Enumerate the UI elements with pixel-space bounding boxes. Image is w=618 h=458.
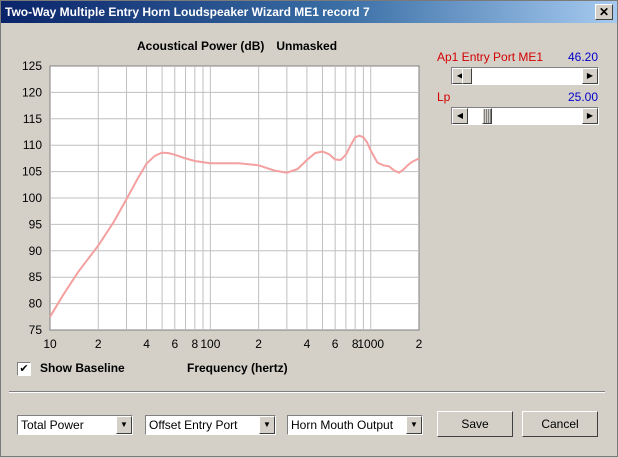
slider-thumb[interactable] [462,68,472,84]
chevron-down-icon[interactable]: ▼ [406,416,422,434]
y-tick-label: 115 [23,112,42,126]
show-baseline-text: Show Baseline [40,361,125,375]
x-tick-label: 2 [416,337,423,351]
select-value: Horn Mouth Output [291,418,394,432]
x-tick-label: 4 [304,337,311,351]
slider-entry-port-value: 46.20 [567,50,598,64]
save-button[interactable]: Save [437,411,513,437]
x-tick-label: 8 [191,337,198,351]
select-value: Total Power [21,418,84,432]
y-tick-label: 100 [22,191,42,205]
x-tick-label: 10 [43,337,57,351]
y-tick-label: 95 [29,217,43,231]
x-axis-label: Frequency (hertz) [187,361,288,375]
chevron-down-icon[interactable]: ▼ [116,416,132,434]
y-tick-label: 110 [23,138,42,152]
offset-entry-port-select[interactable]: Offset Entry Port ▼ [145,415,276,435]
x-tick-label: 4 [143,337,150,351]
y-tick-label: 80 [29,297,43,311]
separator [9,391,605,393]
slider-thumb[interactable] [482,108,492,124]
y-tick-label: 120 [22,85,42,99]
select-value: Offset Entry Port [149,418,238,432]
x-tick-label: 100 [200,337,220,351]
x-tick-label: 6 [171,337,178,351]
y-tick-label: 90 [29,244,43,258]
y-tick-label: 125 [22,59,42,73]
slider-lp-value: 25.00 [567,90,598,104]
y-tick-label: 85 [29,270,43,284]
show-baseline-checkbox[interactable]: ✔ [17,362,31,376]
slider-right-arrow-icon[interactable]: ▶ [582,108,598,124]
x-tick-label: 1000 [357,337,384,351]
x-tick-label: 6 [332,337,339,351]
x-tick-label: 2 [255,337,262,351]
y-tick-label: 75 [29,323,43,337]
slider-lp-label: Lp [437,90,451,104]
wizard-window: Two-Way Multiple Entry Horn Loudspeaker … [0,0,618,457]
show-baseline-label[interactable]: Show Baseline [40,361,125,375]
slider-entry-port[interactable]: ◀ ▶ [451,67,599,85]
total-power-select[interactable]: Total Power ▼ [17,415,133,435]
x-tick-label: 2 [95,337,102,351]
slider-entry-port-label: Ap1 Entry Port ME1 [437,50,544,64]
chevron-down-icon[interactable]: ▼ [259,416,275,434]
cancel-button[interactable]: Cancel [522,411,598,437]
horn-mouth-output-select[interactable]: Horn Mouth Output ▼ [287,415,423,435]
slider-left-arrow-icon[interactable]: ◀ [452,108,468,124]
y-tick-label: 105 [22,165,42,179]
slider-right-arrow-icon[interactable]: ▶ [582,68,598,84]
slider-lp[interactable]: ◀ ▶ [451,107,599,125]
